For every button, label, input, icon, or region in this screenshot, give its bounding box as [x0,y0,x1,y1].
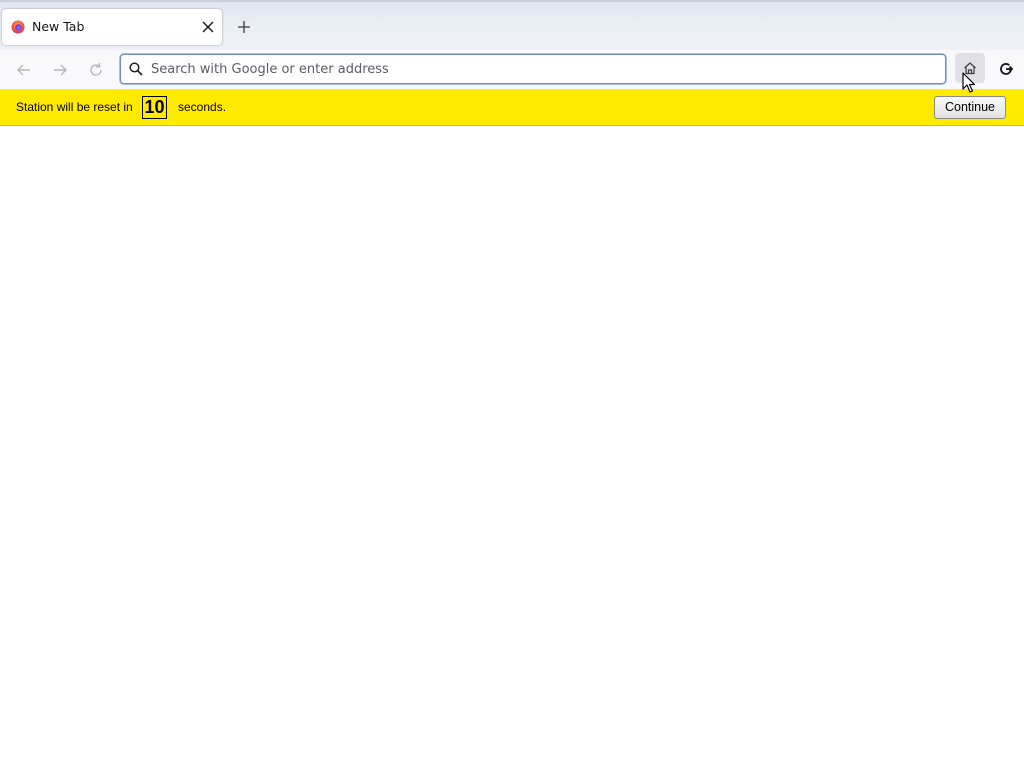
continue-button[interactable]: Continue [934,96,1006,119]
address-bar[interactable] [120,54,946,84]
plus-icon[interactable] [234,17,254,37]
reload-icon[interactable] [85,59,107,81]
mouse-cursor-icon [962,72,976,93]
tab-title: New Tab [32,19,85,34]
notification-text-before: Station will be reset in [16,100,133,114]
page-content [0,126,1024,768]
tab-new-tab[interactable]: New Tab [2,9,222,45]
search-icon [129,62,143,76]
countdown-value: 10 [142,96,167,119]
firefox-icon [11,20,25,34]
url-input[interactable] [151,55,931,83]
reset-notification-bar: Station will be reset in 10 seconds. Con… [0,89,1024,126]
tab-strip: New Tab [0,0,1024,50]
notification-text-after: seconds. [178,100,227,114]
arrow-left-icon[interactable] [13,59,35,81]
navigation-toolbar [0,50,1024,89]
arrow-right-icon[interactable] [49,59,71,81]
reset-icon[interactable] [996,59,1016,79]
close-icon[interactable] [200,19,216,35]
